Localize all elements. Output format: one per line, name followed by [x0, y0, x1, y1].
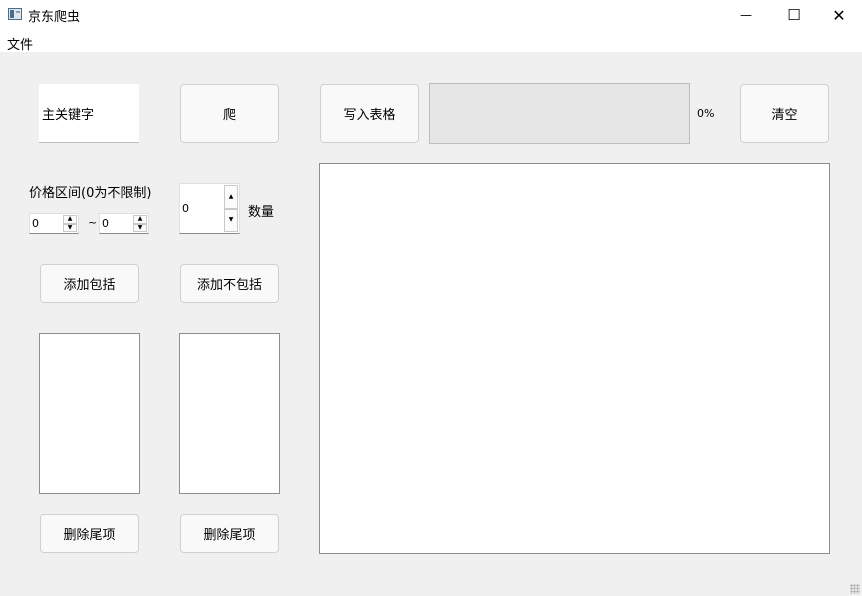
add-exclude-button[interactable]: 添加不包括 — [180, 264, 279, 303]
close-icon: ✕ — [832, 5, 846, 25]
quantity-value: 0 — [182, 202, 189, 215]
add-include-button[interactable]: 添加包括 — [40, 264, 139, 303]
menu-file[interactable]: 文件 — [7, 34, 33, 53]
progress-bar — [429, 83, 690, 144]
price-range-label: 价格区间(0为不限制) — [29, 186, 152, 201]
write-table-button[interactable]: 写入表格 — [320, 84, 419, 143]
price-min-value: 0 — [32, 217, 39, 230]
output-text-area[interactable] — [319, 163, 830, 554]
price-range-separator: ~ — [88, 216, 98, 229]
exclude-list[interactable] — [179, 333, 280, 494]
price-min-down-icon[interactable]: ▼ — [63, 223, 77, 232]
quantity-label: 数量 — [248, 205, 275, 220]
price-max-spinbox[interactable]: 0 ▲ ▼ — [99, 213, 149, 234]
progress-label: 0% — [697, 107, 715, 120]
include-list[interactable] — [39, 333, 140, 494]
quantity-spinbox[interactable]: 0 ▲ ▼ — [179, 183, 240, 234]
delete-last-include-button[interactable]: 删除尾项 — [40, 514, 139, 553]
price-min-spinbox[interactable]: 0 ▲ ▼ — [29, 213, 79, 234]
keyword-input[interactable]: 主关键字 — [39, 84, 139, 143]
keyword-input-value: 主关键字 — [42, 107, 95, 123]
price-max-up-icon[interactable]: ▲ — [133, 215, 147, 224]
crawl-button[interactable]: 爬 — [180, 84, 279, 143]
app-icon — [8, 8, 22, 20]
quantity-down-icon[interactable]: ▼ — [224, 208, 238, 232]
clear-button[interactable]: 清空 — [740, 84, 829, 143]
price-max-value: 0 — [102, 217, 109, 230]
delete-last-exclude-button[interactable]: 删除尾项 — [180, 514, 279, 553]
minimize-icon: — — [740, 8, 752, 22]
close-button[interactable]: ✕ — [816, 0, 862, 30]
price-max-down-icon[interactable]: ▼ — [133, 223, 147, 232]
resize-grip-icon[interactable] — [850, 584, 860, 594]
window-title: 京东爬虫 — [28, 10, 81, 25]
minimize-button[interactable]: — — [723, 0, 769, 30]
maximize-button[interactable]: ☐ — [771, 0, 817, 30]
maximize-icon: ☐ — [787, 6, 801, 24]
title-bar: 京东爬虫 — ☐ ✕ — [0, 0, 862, 30]
menu-bar: 文件 — [0, 30, 862, 53]
price-min-up-icon[interactable]: ▲ — [63, 215, 77, 224]
quantity-up-icon[interactable]: ▲ — [224, 185, 238, 209]
